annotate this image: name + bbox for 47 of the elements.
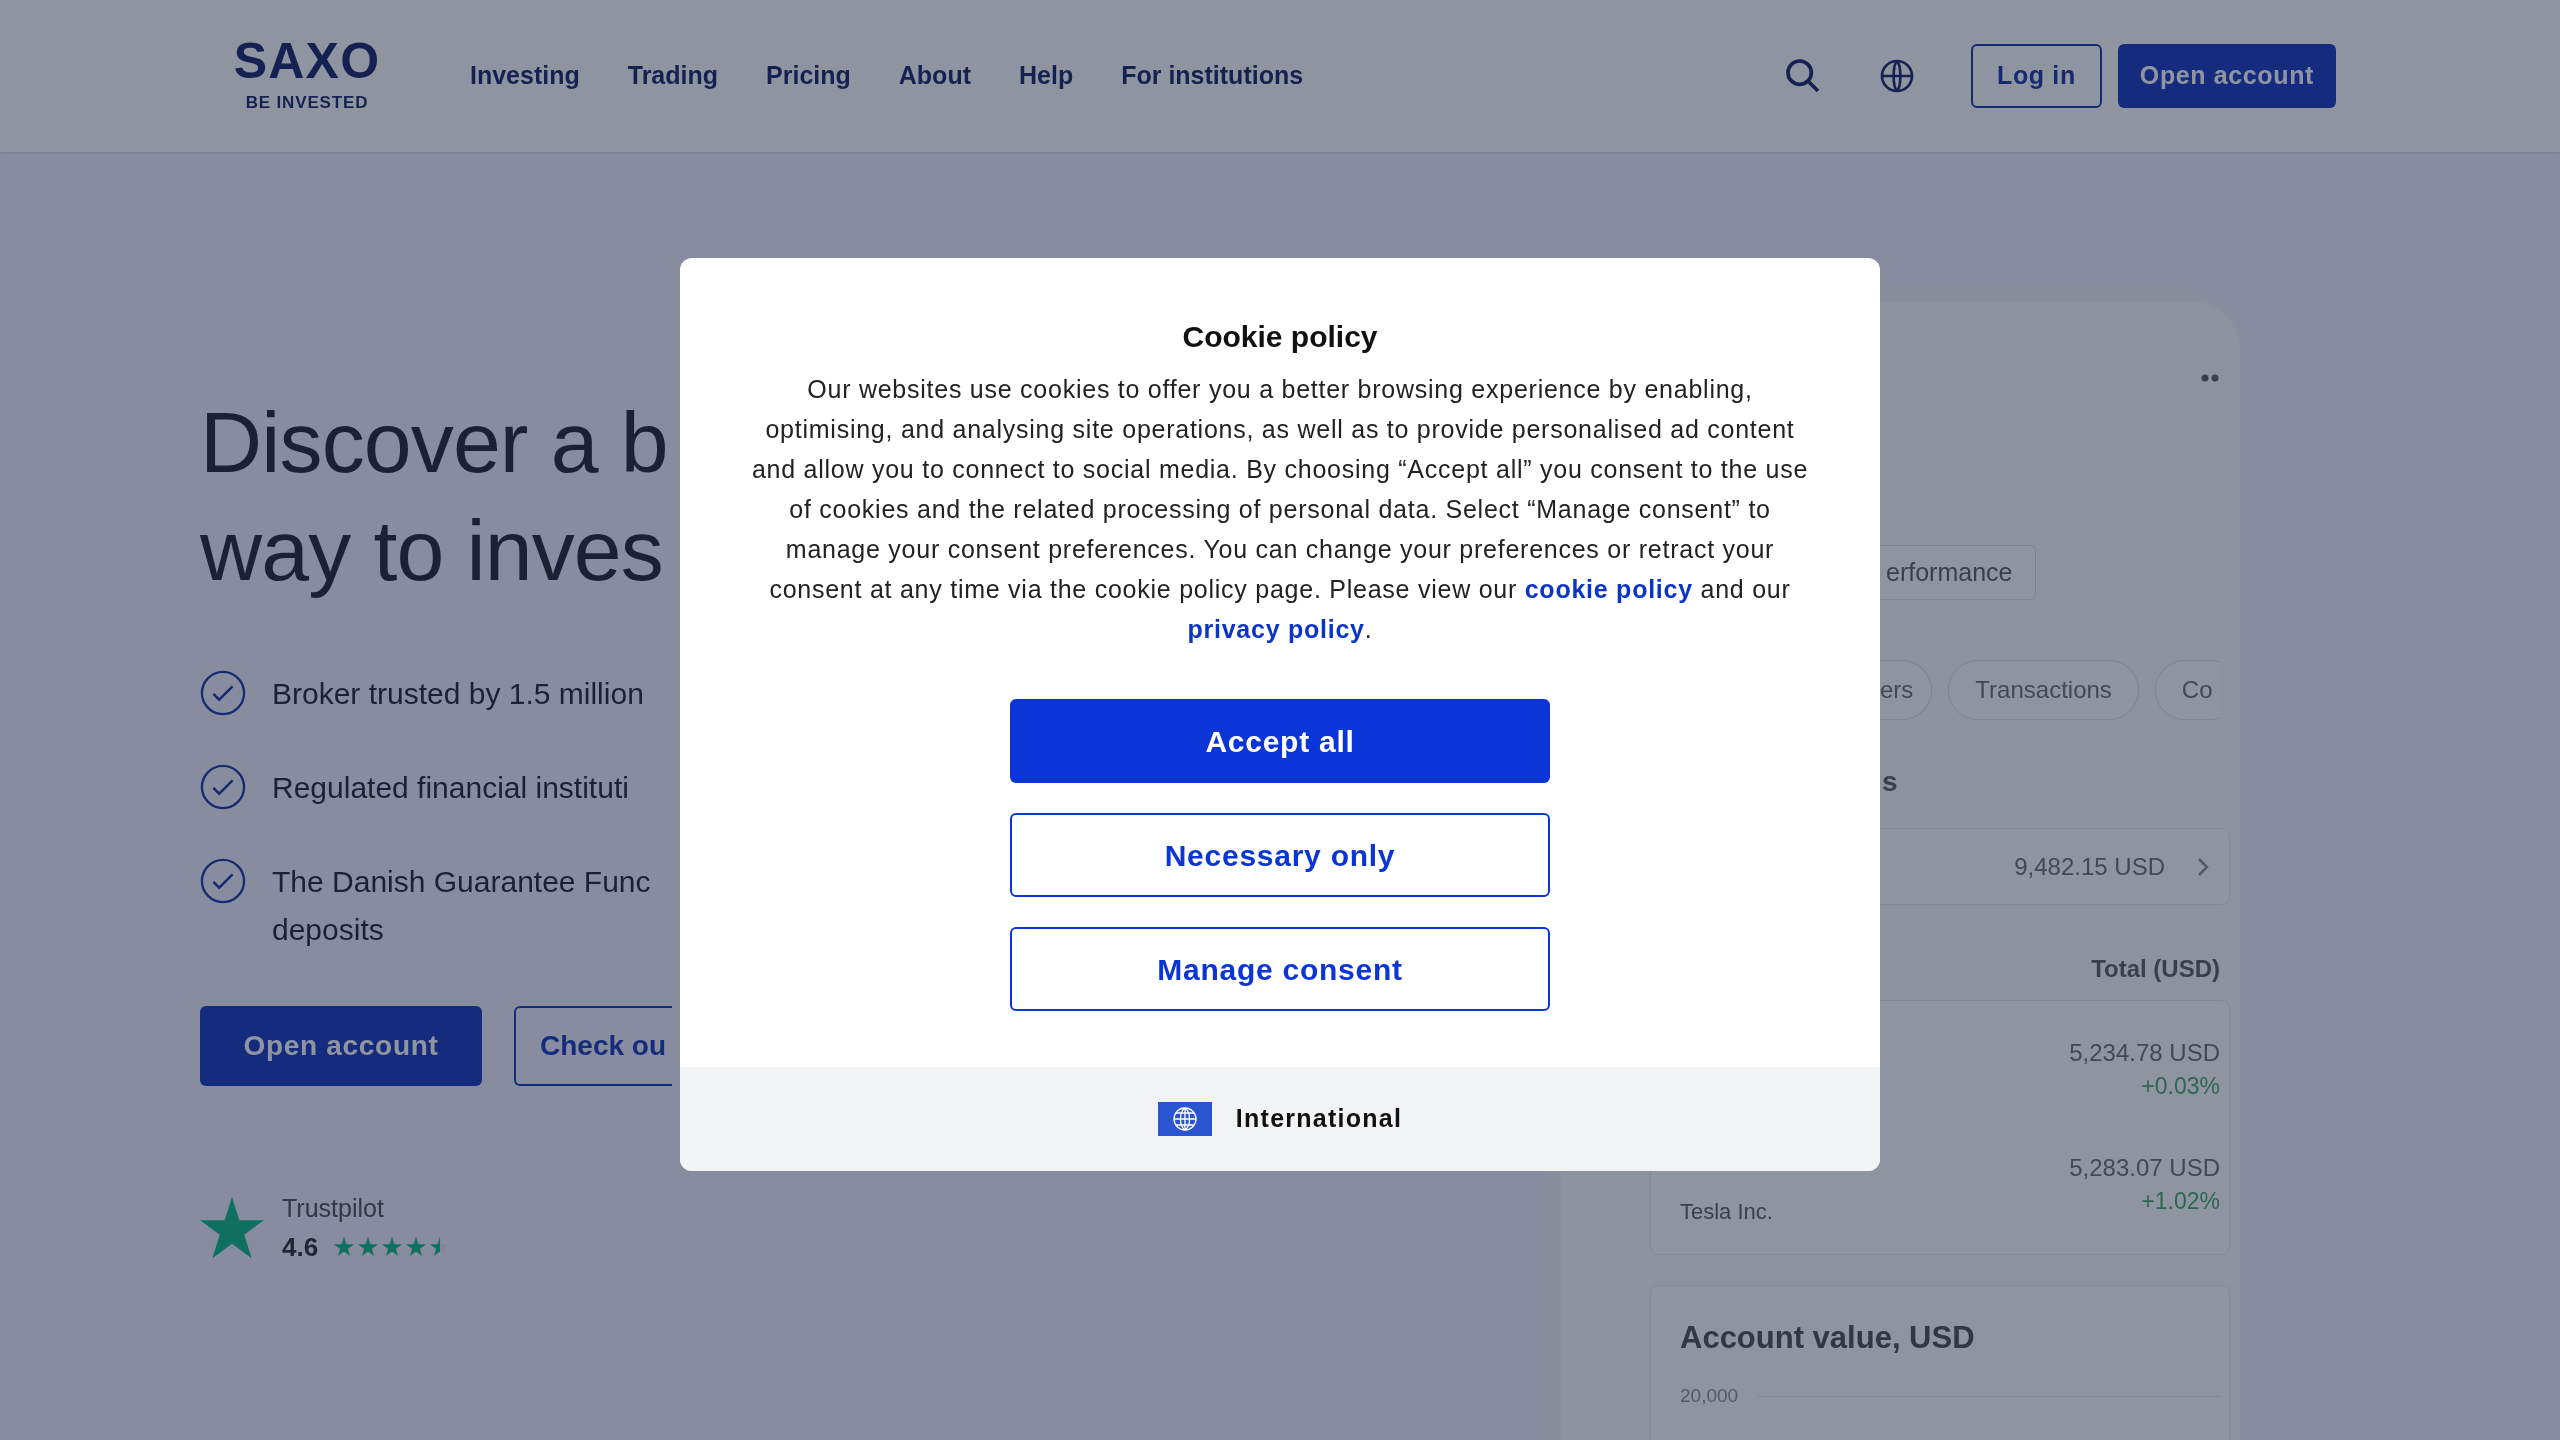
rating-score: 4.6 (282, 1230, 319, 1264)
filter-pill[interactable]: Transactions (1948, 660, 2139, 720)
nav-link[interactable]: Help (1019, 57, 1074, 95)
consent-button[interactable]: Necessary only (1010, 813, 1550, 897)
chart-title: Account value, USD (1680, 1319, 1975, 1357)
hero-heading-line: Discover a b (200, 393, 669, 492)
holding-value: 5,234.78 USD (2069, 1038, 2220, 1068)
check-circle-icon (200, 858, 246, 904)
globe-flag-icon (1157, 1102, 1212, 1136)
check-circle-icon (200, 764, 246, 810)
holding-change: +1.02% (2141, 1187, 2220, 1216)
policy-link[interactable]: privacy policy (1187, 615, 1365, 643)
axis-label: 20,000 (1680, 1384, 1739, 1408)
balance-value: 9,482.15 USD (2014, 851, 2165, 882)
consent-button[interactable]: Manage consent (1010, 927, 1550, 1011)
open-account-button[interactable]: Open account (200, 1006, 482, 1086)
nav-link[interactable]: About (898, 57, 971, 95)
chevron-right-icon (2197, 856, 2209, 877)
feature-text: Broker trusted by 1.5 million (272, 676, 644, 712)
holding-name: Tesla Inc. (1680, 1198, 1773, 1226)
region-label[interactable]: International (1235, 1100, 1403, 1138)
logo-tagline: BE INVESTED (245, 92, 369, 115)
check-out-button[interactable]: Check ou (514, 1006, 673, 1086)
holding-value: 5,283.07 USD (2069, 1153, 2220, 1183)
open-account-button[interactable]: Open account (2117, 44, 2336, 108)
trustpilot-label: Trustpilot (282, 1193, 385, 1224)
accept-all-button[interactable]: Accept all (1010, 699, 1550, 783)
nav-link[interactable]: For institutions (1121, 57, 1304, 95)
star-icon (200, 1197, 264, 1260)
column-header: Total (USD) (2091, 954, 2220, 984)
hero-heading-line: way to inves (200, 501, 664, 600)
section-heading: s (1882, 765, 1898, 799)
nav-link[interactable]: Investing (470, 57, 580, 95)
login-button[interactable]: Log in (1971, 44, 2102, 108)
logo-wordmark[interactable]: SAXO (233, 36, 381, 87)
globe-icon[interactable] (1879, 58, 1916, 94)
more-icon[interactable] (2200, 373, 2220, 383)
nav-link[interactable]: Trading (627, 57, 719, 95)
feature-text: Regulated financial instituti (272, 770, 629, 806)
dialog-title: Cookie policy (1182, 319, 1378, 355)
check-circle-icon (200, 670, 246, 716)
feature-text: The Danish Guarantee Func deposits (272, 864, 651, 948)
policy-link[interactable]: cookie policy (1524, 575, 1693, 603)
holding-change: +0.03% (2141, 1072, 2220, 1101)
nav-link[interactable]: Pricing (766, 57, 851, 95)
performance-tab[interactable]: erformance (1880, 545, 2036, 600)
dialog-text: Our websites use cookies to offer you a better browsing experience by enabling, optimising, and analysing site operations, as well as to provide personalised ad content and allow you to connect to social media. By choosing “Accept all” you consent to the use of cookies and the related processing of personal data. Select “Manage consent” to manage your consent preferences. You can change your preferences or retract your consent at any time via the cookie policy page. Please view our cookie policy and our privacy policy. (750, 374, 1810, 645)
